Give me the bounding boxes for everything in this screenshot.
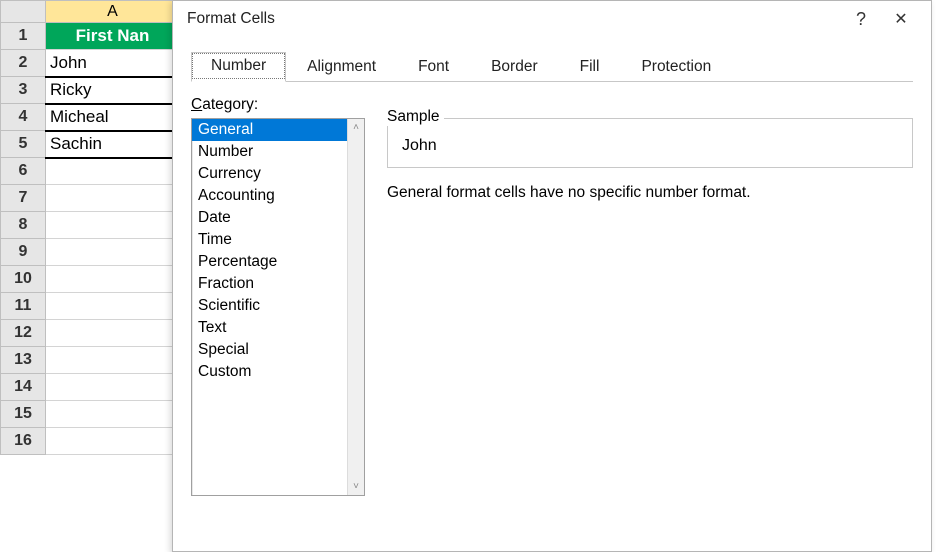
cell-empty[interactable] <box>46 158 180 185</box>
row-header[interactable]: 14 <box>1 374 46 401</box>
row-header[interactable]: 13 <box>1 347 46 374</box>
scroll-down-icon[interactable]: ˅ <box>348 478 364 495</box>
format-cells-dialog: Format Cells ? ✕ Number Alignment Font B… <box>172 0 932 552</box>
cell-empty[interactable] <box>46 347 180 374</box>
row-header[interactable]: 9 <box>1 239 46 266</box>
column-header-a[interactable]: A <box>46 1 180 23</box>
category-item-currency[interactable]: Currency <box>192 163 364 185</box>
cell-a1-header[interactable]: First Nan <box>46 23 180 50</box>
tab-fill[interactable]: Fill <box>559 52 621 82</box>
cell-empty[interactable] <box>46 266 180 293</box>
tab-border[interactable]: Border <box>470 52 559 82</box>
row-header[interactable]: 1 <box>1 23 46 50</box>
row-header[interactable]: 11 <box>1 293 46 320</box>
category-item-date[interactable]: Date <box>192 207 364 229</box>
dialog-titlebar[interactable]: Format Cells ? ✕ <box>173 1 931 37</box>
cell-empty[interactable] <box>46 320 180 347</box>
category-listbox[interactable]: General Number Currency Accounting Date … <box>191 118 365 496</box>
sample-group: Sample John <box>387 118 913 168</box>
category-item-scientific[interactable]: Scientific <box>192 295 364 317</box>
row-header[interactable]: 7 <box>1 185 46 212</box>
help-icon[interactable]: ? <box>841 9 881 30</box>
category-item-text[interactable]: Text <box>192 317 364 339</box>
sample-label: Sample <box>387 108 444 126</box>
cell-a4[interactable]: Micheal <box>46 104 180 131</box>
dialog-title: Format Cells <box>187 10 841 28</box>
format-description: General format cells have no specific nu… <box>387 184 913 202</box>
scroll-up-icon[interactable]: ˄ <box>348 119 364 136</box>
tab-font[interactable]: Font <box>397 52 470 82</box>
cell-empty[interactable] <box>46 401 180 428</box>
row-header[interactable]: 3 <box>1 77 46 104</box>
category-item-time[interactable]: Time <box>192 229 364 251</box>
cell-a5[interactable]: Sachin <box>46 131 180 158</box>
row-header[interactable]: 12 <box>1 320 46 347</box>
cell-empty[interactable] <box>46 293 180 320</box>
category-item-fraction[interactable]: Fraction <box>192 273 364 295</box>
close-icon[interactable]: ✕ <box>881 9 921 29</box>
cell-a2[interactable]: John <box>46 50 180 77</box>
cell-empty[interactable] <box>46 185 180 212</box>
listbox-scrollbar[interactable]: ˄ ˅ <box>347 119 364 495</box>
category-item-general[interactable]: General <box>192 119 364 141</box>
category-item-custom[interactable]: Custom <box>192 361 364 383</box>
category-label: Category: <box>191 96 913 114</box>
category-item-accounting[interactable]: Accounting <box>192 185 364 207</box>
sample-value: John <box>387 118 913 168</box>
cell-empty[interactable] <box>46 212 180 239</box>
spreadsheet: A 1 First Nan 2 John 3 Ricky 4 Micheal 5… <box>0 0 180 455</box>
category-item-percentage[interactable]: Percentage <box>192 251 364 273</box>
category-item-number[interactable]: Number <box>192 141 364 163</box>
tab-protection[interactable]: Protection <box>620 52 732 82</box>
row-header[interactable]: 5 <box>1 131 46 158</box>
category-item-special[interactable]: Special <box>192 339 364 361</box>
cell-empty[interactable] <box>46 239 180 266</box>
row-header[interactable]: 10 <box>1 266 46 293</box>
tab-strip: Number Alignment Font Border Fill Protec… <box>191 51 913 82</box>
row-header[interactable]: 8 <box>1 212 46 239</box>
tab-number[interactable]: Number <box>191 52 286 82</box>
tab-alignment[interactable]: Alignment <box>286 52 397 82</box>
cell-empty[interactable] <box>46 374 180 401</box>
row-header[interactable]: 16 <box>1 428 46 455</box>
row-header[interactable]: 2 <box>1 50 46 77</box>
row-header[interactable]: 4 <box>1 104 46 131</box>
cell-empty[interactable] <box>46 428 180 455</box>
select-all-corner[interactable] <box>1 1 46 23</box>
row-header[interactable]: 6 <box>1 158 46 185</box>
cell-a3[interactable]: Ricky <box>46 77 180 104</box>
row-header[interactable]: 15 <box>1 401 46 428</box>
